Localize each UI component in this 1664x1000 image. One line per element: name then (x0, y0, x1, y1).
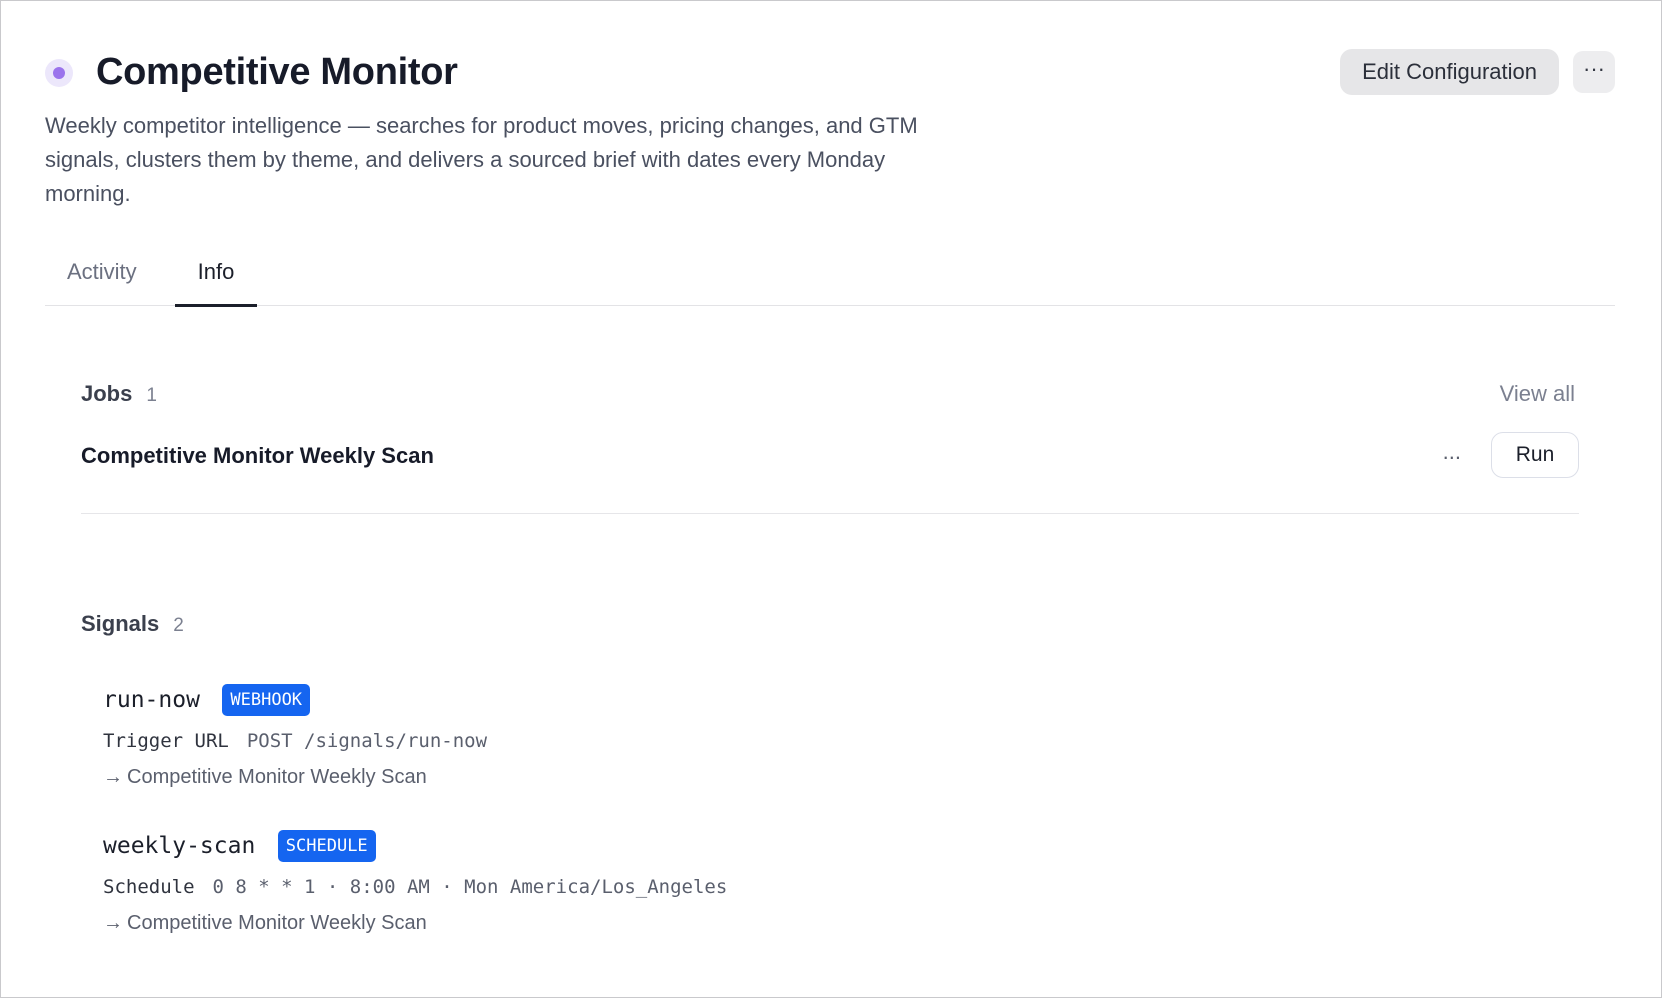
signal-header: run-now WEBHOOK (103, 684, 1003, 716)
signal-header: weekly-scan SCHEDULE (103, 830, 1003, 862)
tab-activity[interactable]: Activity (67, 259, 137, 285)
signal-item: run-now WEBHOOK Trigger URL POST /signals… (103, 684, 1003, 789)
ellipsis-icon: ··· (1583, 56, 1605, 81)
edit-configuration-button[interactable]: Edit Configuration (1340, 49, 1559, 95)
signal-item: weekly-scan SCHEDULE Schedule 0 8 * * 1 ·… (103, 830, 1003, 935)
status-dot-icon (45, 59, 73, 87)
signal-target: → Competitive Monitor Weekly Scan (103, 766, 1003, 789)
signal-name: run-now (103, 687, 200, 713)
more-options-button[interactable]: ··· (1573, 51, 1615, 93)
page-title: Competitive Monitor (96, 51, 458, 93)
job-row[interactable]: Competitive Monitor Weekly Scan ... Run (81, 429, 1579, 514)
jobs-section-title: Jobs 1 (81, 381, 157, 407)
tab-info[interactable]: Info (175, 259, 257, 307)
signal-schedule: Schedule 0 8 * * 1 · 8:00 AM · Mon Americ… (103, 876, 1003, 898)
signal-type-badge: SCHEDULE (277, 830, 376, 862)
signals-heading: Signals (81, 611, 160, 636)
signal-target-job: Competitive Monitor Weekly Scan (127, 766, 427, 788)
signals-section-title: Signals 2 (81, 611, 184, 637)
signal-type-badge: WEBHOOK (222, 684, 311, 716)
signal-trigger-url: Trigger URL POST /signals/run-now (103, 730, 1003, 752)
job-name[interactable]: Competitive Monitor Weekly Scan (81, 443, 434, 469)
page-header: Competitive Monitor Edit Configuration ·… (45, 45, 1615, 105)
signal-detail-label: Schedule (103, 876, 195, 898)
tab-bar: Activity Info (45, 251, 1615, 307)
agent-description: Weekly competitor intelligence — searche… (45, 113, 918, 206)
signal-detail-value: 0 8 * * 1 · 8:00 AM · Mon America/Los_An… (212, 876, 728, 898)
arrow-right-icon: → (103, 766, 123, 788)
signal-target-job: Competitive Monitor Weekly Scan (127, 912, 427, 934)
view-all-jobs-link[interactable]: View all (1500, 381, 1575, 407)
job-ellipsis-icon: ... (1442, 439, 1461, 464)
run-job-button[interactable]: Run (1491, 432, 1579, 478)
jobs-heading: Jobs (81, 381, 133, 406)
signal-detail-label: Trigger URL (103, 730, 229, 752)
signal-detail-value: POST /signals/run-now (246, 730, 488, 752)
signals-count: 2 (173, 615, 184, 636)
arrow-right-icon: → (103, 912, 123, 934)
signal-target: → Competitive Monitor Weekly Scan (103, 912, 1003, 935)
signal-name: weekly-scan (103, 833, 256, 859)
jobs-count: 1 (146, 385, 157, 406)
app-window: Competitive Monitor Edit Configuration ·… (0, 0, 1662, 998)
